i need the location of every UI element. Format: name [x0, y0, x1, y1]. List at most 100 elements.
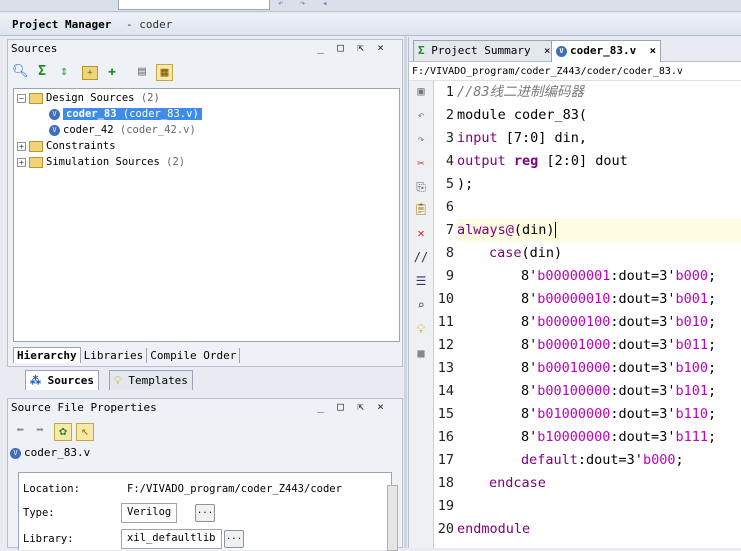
code-keyword: endcase: [489, 475, 546, 491]
code-area[interactable]: //83线二进制编码器 module coder_83( input [7:0]…: [457, 81, 741, 548]
line-number: 18: [437, 475, 454, 491]
document-icon[interactable]: ▤: [134, 64, 150, 80]
find-icon[interactable]: ⌕: [413, 297, 429, 313]
code-text: (din): [521, 245, 563, 261]
undo-icon[interactable]: ↶: [413, 107, 429, 123]
forward-arrow-icon[interactable]: ➡: [32, 423, 48, 439]
copy-icon[interactable]: ⎘: [413, 179, 429, 195]
expand-icon[interactable]: +: [17, 157, 26, 167]
lightbulb-icon[interactable]: 💡︎: [413, 321, 429, 337]
close-icon[interactable]: ×: [374, 400, 387, 413]
save-icon[interactable]: ▣: [413, 83, 429, 99]
code-line: input [7:0] din,: [457, 127, 587, 150]
code-number: b00010000: [537, 360, 611, 376]
expand-icon[interactable]: +: [17, 141, 26, 151]
code-text: :dout=3': [610, 314, 676, 330]
code-line: endcase: [489, 472, 546, 495]
undo-icon[interactable]: ↶: [278, 0, 292, 9]
line-number: 17: [437, 452, 454, 468]
line-number: 2: [445, 107, 454, 123]
line-number: 8: [445, 245, 454, 261]
add-sources-icon[interactable]: +: [82, 66, 98, 80]
tree-node-simulation-sources[interactable]: + Simulation Sources (2): [17, 155, 185, 170]
type-browse-button[interactable]: ...: [195, 504, 215, 522]
add-hierarchy-icon[interactable]: ✚: [104, 64, 120, 80]
expand-all-icon[interactable]: ⇕: [56, 64, 72, 80]
line-number: 15: [437, 406, 454, 422]
code-number: b000: [642, 452, 676, 468]
code-text: ;: [707, 429, 717, 445]
minimize-icon[interactable]: _: [314, 400, 327, 413]
type-field[interactable]: Verilog: [121, 503, 178, 523]
tab-hierarchy[interactable]: Hierarchy: [13, 347, 81, 363]
code-text: 8': [521, 429, 538, 445]
minimize-icon[interactable]: _: [314, 41, 327, 54]
code-number: b00100000: [537, 383, 611, 399]
close-icon[interactable]: ×: [374, 41, 387, 54]
search-icon[interactable]: 🔍︎: [12, 64, 29, 80]
folder-icon: [29, 140, 43, 152]
float-icon[interactable]: ⇱: [354, 400, 367, 413]
indent-icon[interactable]: ☰: [413, 273, 429, 289]
maximize-icon[interactable]: □: [334, 41, 347, 54]
close-icon[interactable]: ×: [643, 44, 656, 57]
line-number: 10: [437, 291, 454, 307]
code-text: ;: [707, 360, 717, 376]
delete-icon[interactable]: ✕: [413, 225, 429, 241]
coder-83-selected[interactable]: coder_83 (coder_83.v): [63, 108, 202, 120]
code-comment: //83线二进制编码器: [457, 84, 585, 100]
library-field[interactable]: xil_defaultlib: [121, 529, 222, 549]
line-number: 5: [445, 176, 454, 192]
back-icon[interactable]: ◂: [322, 0, 336, 9]
code-number: b011: [675, 337, 708, 353]
tab-compile-order[interactable]: Compile Order: [147, 348, 241, 363]
collapse-icon[interactable]: −: [17, 93, 26, 103]
code-line: 8'b10000000:dout=3'b111;: [521, 426, 716, 449]
gear-icon[interactable]: ■: [413, 345, 429, 361]
library-browse-button[interactable]: ...: [224, 530, 244, 548]
float-icon[interactable]: ⇱: [354, 41, 367, 54]
code-number: b00000100: [537, 314, 611, 330]
constraints-label: Constraints: [46, 140, 116, 152]
collapse-all-icon[interactable]: Σ: [34, 64, 50, 80]
cut-icon[interactable]: ✂: [413, 155, 429, 171]
code-line: 8'b00000010:dout=3'b001;: [521, 288, 716, 311]
back-arrow-icon[interactable]: ⬅: [12, 423, 28, 439]
redo-icon[interactable]: ↷: [413, 131, 429, 147]
tab-sources[interactable]: ⁂ Sources: [25, 370, 99, 390]
verilog-file-icon: V: [49, 108, 60, 120]
maximize-icon[interactable]: □: [334, 400, 347, 413]
tree-node-coder-83[interactable]: Vcoder_83 (coder_83.v): [49, 107, 202, 122]
tree-node-constraints[interactable]: + Constraints: [17, 139, 116, 154]
project-manager-header: Project Manager - coder: [0, 14, 741, 36]
project-manager-title: Project Manager: [12, 18, 112, 31]
pointer-icon[interactable]: ↖: [76, 423, 94, 441]
paste-icon[interactable]: 📋︎: [413, 201, 429, 217]
coder-83-file: (coder_83.v): [122, 108, 199, 120]
sources-templates-tabs: ⁂ Sources 💡︎ Templates: [7, 369, 403, 391]
code-number: b00000010: [537, 291, 611, 307]
layout-combo[interactable]: [118, 0, 270, 10]
properties-scrollbar[interactable]: [387, 485, 398, 551]
simulation-sources-label: Simulation Sources: [46, 156, 160, 168]
vertical-splitter[interactable]: [404, 36, 407, 548]
tab-templates[interactable]: 💡︎ Templates: [109, 370, 193, 390]
tree-node-design-sources[interactable]: − Design Sources (2): [17, 91, 160, 106]
source-file-properties-panel: Source File Properties _ □ ⇱ × ⬅ ➡ ✿ ↖ V…: [7, 398, 403, 551]
code-line: //83线二进制编码器: [457, 81, 584, 104]
line-number: 9: [445, 268, 454, 284]
tree-node-coder-42[interactable]: Vcoder_42 (coder_42.v): [49, 123, 196, 138]
line-number: 3: [445, 130, 454, 146]
settings-icon[interactable]: ✿: [54, 423, 72, 441]
tab-project-summary[interactable]: Σ Project Summary ×: [413, 40, 556, 61]
tab-libraries[interactable]: Libraries: [81, 348, 148, 363]
sources-toolbar: 🔍︎ Σ ⇕ + ✚ ▤ ▦: [12, 62, 192, 84]
close-icon[interactable]: ×: [537, 44, 551, 57]
properties-icon[interactable]: ▦: [156, 64, 173, 81]
code-number: b111: [675, 429, 708, 445]
redo-icon[interactable]: ↷: [300, 0, 314, 9]
comment-icon[interactable]: //: [413, 249, 429, 265]
tab-sources-label: Sources: [47, 374, 94, 387]
sources-panel-header: Sources _ □ ⇱ ×: [8, 40, 402, 58]
tab-coder-83[interactable]: Vcoder_83.v ×: [551, 40, 662, 62]
